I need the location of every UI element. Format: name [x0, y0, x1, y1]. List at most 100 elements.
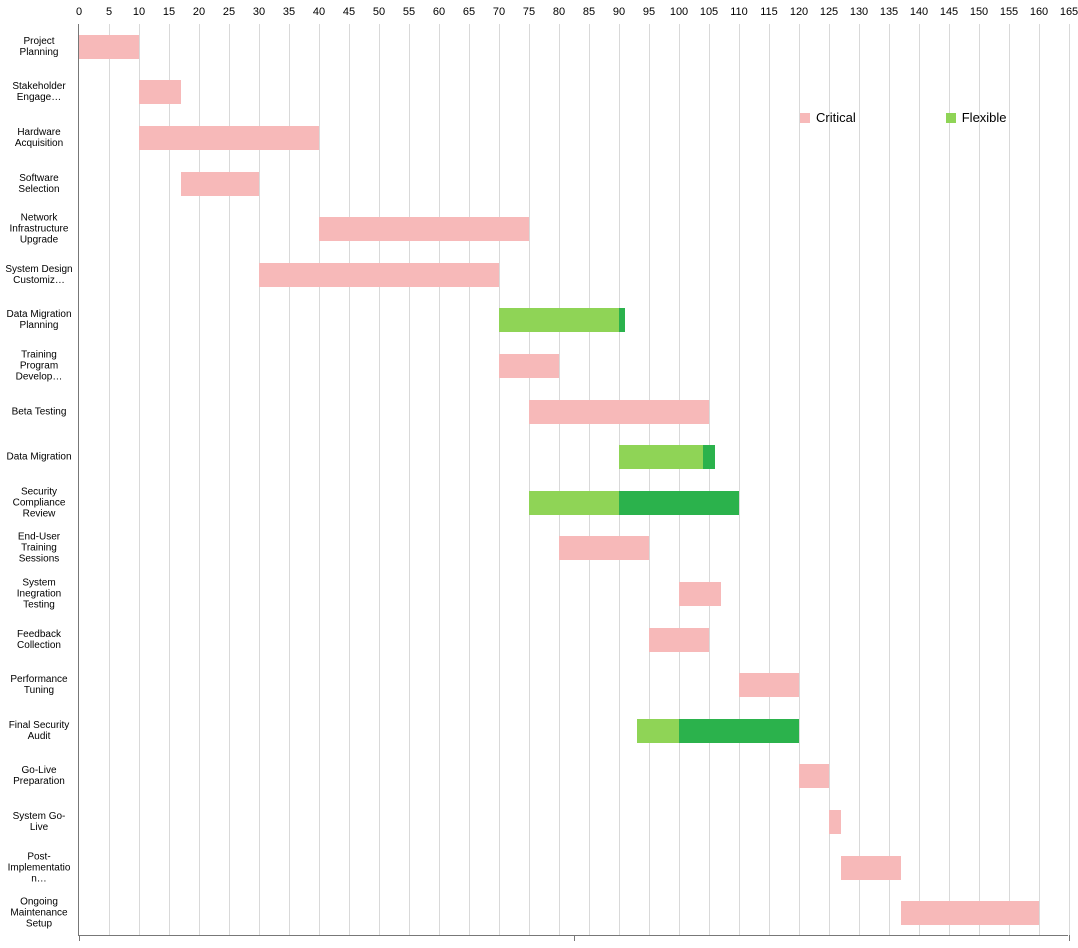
task-row: Network Infrastructure Upgrade: [79, 206, 1068, 252]
legend-label-critical: Critical: [816, 110, 856, 125]
x-tick-label: 30: [253, 6, 265, 18]
bar-critical: [319, 217, 529, 241]
bar-critical: [499, 354, 559, 378]
bar-flexible-extension: [619, 308, 625, 332]
x-tick-label: 50: [373, 6, 385, 18]
task-label: System Inegration Testing: [5, 577, 79, 610]
task-label: System Design Customiz…: [5, 264, 79, 286]
gridline: [1069, 24, 1070, 935]
bar-flexible: [637, 719, 679, 743]
task-row: Final Security Audit: [79, 708, 1068, 754]
task-label: Final Security Audit: [5, 720, 79, 742]
task-label: Performance Tuning: [5, 674, 79, 696]
x-tick-label: 5: [106, 6, 112, 18]
x-tick-label: 140: [910, 6, 928, 18]
task-row: Software Selection: [79, 161, 1068, 207]
x-tick-label: 60: [433, 6, 445, 18]
x-tick-label: 25: [223, 6, 235, 18]
x-tick-label: 35: [283, 6, 295, 18]
task-label: Feedback Collection: [5, 629, 79, 651]
bar-critical: [829, 810, 841, 834]
bar-critical: [799, 764, 829, 788]
x-tick-label: 105: [700, 6, 718, 18]
x-tick-label: 150: [970, 6, 988, 18]
task-label: Hardware Acquisition: [5, 127, 79, 149]
bar-critical: [259, 263, 499, 287]
x-tick-label: 80: [553, 6, 565, 18]
legend-label-flexible: Flexible: [962, 110, 1007, 125]
x-tick-label: 130: [850, 6, 868, 18]
bar-critical: [679, 582, 721, 606]
task-row: Ongoing Maintenance Setup: [79, 890, 1068, 936]
legend-swatch-critical: [800, 113, 810, 123]
task-row: Post-Implementation…: [79, 845, 1068, 891]
x-tick-label: 75: [523, 6, 535, 18]
bar-critical: [529, 400, 709, 424]
task-row: Security Compliance Review: [79, 480, 1068, 526]
bar-critical: [559, 536, 649, 560]
task-label: Training Program Develop…: [5, 349, 79, 382]
x-tick-label: 0: [76, 6, 82, 18]
x-tick-label: 15: [163, 6, 175, 18]
task-label: Go-Live Preparation: [5, 765, 79, 787]
task-row: System Design Customiz…: [79, 252, 1068, 298]
bar-flexible: [499, 308, 619, 332]
gantt-chart: 0510152025303540455055606570758085909510…: [0, 0, 1078, 948]
x-tick-label: 40: [313, 6, 325, 18]
bar-flexible-extension: [619, 491, 739, 515]
x-tick-label: 160: [1030, 6, 1048, 18]
plot-area: 0510152025303540455055606570758085909510…: [78, 24, 1068, 936]
task-row: Performance Tuning: [79, 662, 1068, 708]
bar-flexible: [619, 445, 703, 469]
task-row: Data Migration Planning: [79, 298, 1068, 344]
x-tick-label: 145: [940, 6, 958, 18]
legend-item-flexible: Flexible: [946, 110, 1007, 125]
task-label: Project Planning: [5, 36, 79, 58]
task-label: Data Migration Planning: [5, 309, 79, 331]
bar-critical: [79, 35, 139, 59]
task-label: System Go-Live: [5, 811, 79, 833]
x-tick-label: 110: [730, 6, 748, 18]
x-tick-label: 135: [880, 6, 898, 18]
x-tick-label: 125: [820, 6, 838, 18]
task-row: Beta Testing: [79, 389, 1068, 435]
task-label: Network Infrastructure Upgrade: [5, 213, 79, 246]
task-label: Ongoing Maintenance Setup: [5, 897, 79, 930]
x-tick-label: 20: [193, 6, 205, 18]
x-tick-label: 55: [403, 6, 415, 18]
task-label: Beta Testing: [5, 406, 79, 417]
bottom-tick: [1069, 935, 1070, 941]
task-row: Feedback Collection: [79, 617, 1068, 663]
x-tick-label: 155: [1000, 6, 1018, 18]
bar-critical: [139, 126, 319, 150]
task-row: Project Planning: [79, 24, 1068, 70]
x-tick-label: 95: [643, 6, 655, 18]
bar-flexible: [529, 491, 619, 515]
task-row: System Go-Live: [79, 799, 1068, 845]
bar-flexible-extension: [703, 445, 715, 469]
bar-critical: [139, 80, 181, 104]
x-tick-label: 165: [1060, 6, 1078, 18]
task-label: Security Compliance Review: [5, 486, 79, 519]
x-tick-label: 70: [493, 6, 505, 18]
x-tick-label: 10: [133, 6, 145, 18]
task-label: Software Selection: [5, 173, 79, 195]
task-label: End-User Training Sessions: [5, 532, 79, 565]
bar-critical: [181, 172, 259, 196]
legend: Critical Flexible: [800, 110, 1007, 125]
task-row: End-User Training Sessions: [79, 526, 1068, 572]
task-label: Data Migration: [5, 452, 79, 463]
x-tick-label: 90: [613, 6, 625, 18]
task-row: Stakeholder Engage…: [79, 70, 1068, 116]
task-row: System Inegration Testing: [79, 571, 1068, 617]
x-tick-label: 65: [463, 6, 475, 18]
task-row: Training Program Develop…: [79, 343, 1068, 389]
legend-item-critical: Critical: [800, 110, 856, 125]
bar-critical: [649, 628, 709, 652]
task-label: Stakeholder Engage…: [5, 81, 79, 103]
task-row: Go-Live Preparation: [79, 754, 1068, 800]
x-tick-label: 120: [790, 6, 808, 18]
task-row: Data Migration: [79, 434, 1068, 480]
bar-critical: [901, 901, 1039, 925]
bar-flexible-extension: [679, 719, 799, 743]
